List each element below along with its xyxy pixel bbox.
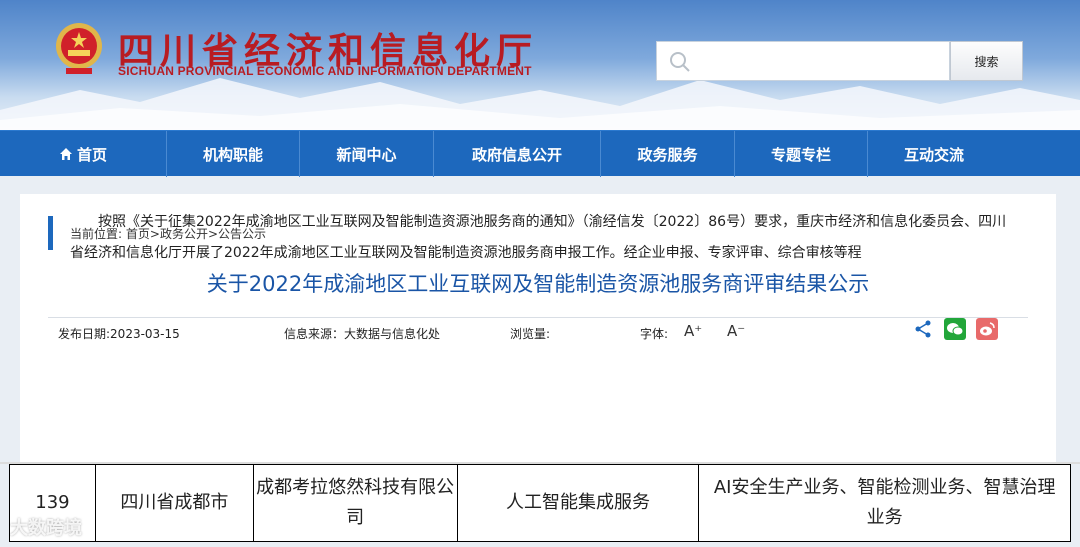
nav-item-news[interactable]: 新闻中心 xyxy=(300,131,434,177)
nav-item-label: 首页 xyxy=(76,145,107,164)
watermark: 大数跨境 xyxy=(10,518,82,539)
info-source: 信息来源：大数据与信息化处 xyxy=(284,327,441,341)
nav-item-gov-info[interactable]: 政府信息公开 xyxy=(434,131,601,177)
publish-date: 发布日期:2023-03-15 xyxy=(58,327,180,341)
home-icon xyxy=(59,148,72,160)
nav-item-interaction[interactable]: 互动交流 xyxy=(868,131,1000,177)
nav-item-organization[interactable]: 机构职能 xyxy=(167,131,300,177)
view-count: 浏览量: xyxy=(510,327,551,341)
table-row: 139 四川省成都市 成都考拉悠然科技有限公司 人工智能集成服务 AI安全生产业… xyxy=(9,464,1071,542)
national-emblem-icon xyxy=(56,23,102,74)
meta-divider xyxy=(48,317,1028,318)
font-increase-button[interactable]: A⁺ xyxy=(684,322,702,340)
site-title-en: SICHUAN PROVINCIAL ECONOMIC AND INFORMAT… xyxy=(118,64,532,78)
article-body: 按照《关于征集2022年成渝地区工业互联网及智能制造资源池服务商的通知》（渝经信… xyxy=(70,207,1020,269)
nav-item-topics[interactable]: 专题专栏 xyxy=(735,131,868,177)
search-input[interactable] xyxy=(701,48,941,76)
row-service: 人工智能集成服务 xyxy=(456,464,700,542)
search-button[interactable]: 搜索 xyxy=(950,41,1023,81)
article-paragraph: 按照《关于征集2022年成渝地区工业互联网及智能制造资源池服务商的通知》（渝经信… xyxy=(70,214,1007,261)
site-header: 四川省经济和信息化厅 SICHUAN PROVINCIAL ECONOMIC A… xyxy=(0,0,1080,130)
results-table: 139 四川省成都市 成都考拉悠然科技有限公司 人工智能集成服务 AI安全生产业… xyxy=(9,464,1071,542)
breadcrumb-accent-bar xyxy=(48,216,53,250)
row-business: AI安全生产业务、智能检测业务、智慧治理业务 xyxy=(698,464,1071,542)
font-decrease-button[interactable]: A⁻ xyxy=(727,322,745,340)
nav-item-services[interactable]: 政务服务 xyxy=(601,131,735,177)
main-nav: 首页 机构职能 新闻中心 政府信息公开 政务服务 专题专栏 互动交流 xyxy=(0,130,1080,177)
article-title: 关于2022年成渝地区工业互联网及智能制造资源池服务商评审结果公示 xyxy=(206,272,870,296)
wechat-share-icon[interactable] xyxy=(944,318,966,340)
share-icon[interactable] xyxy=(914,320,932,338)
search-icon xyxy=(670,52,690,72)
font-size-label: 字体: xyxy=(640,327,669,341)
nav-item-home[interactable]: 首页 xyxy=(0,131,167,177)
search-box xyxy=(656,41,950,81)
weibo-share-icon[interactable] xyxy=(976,318,998,340)
row-region: 四川省成都市 xyxy=(94,464,254,542)
row-company: 成都考拉悠然科技有限公司 xyxy=(252,464,458,542)
